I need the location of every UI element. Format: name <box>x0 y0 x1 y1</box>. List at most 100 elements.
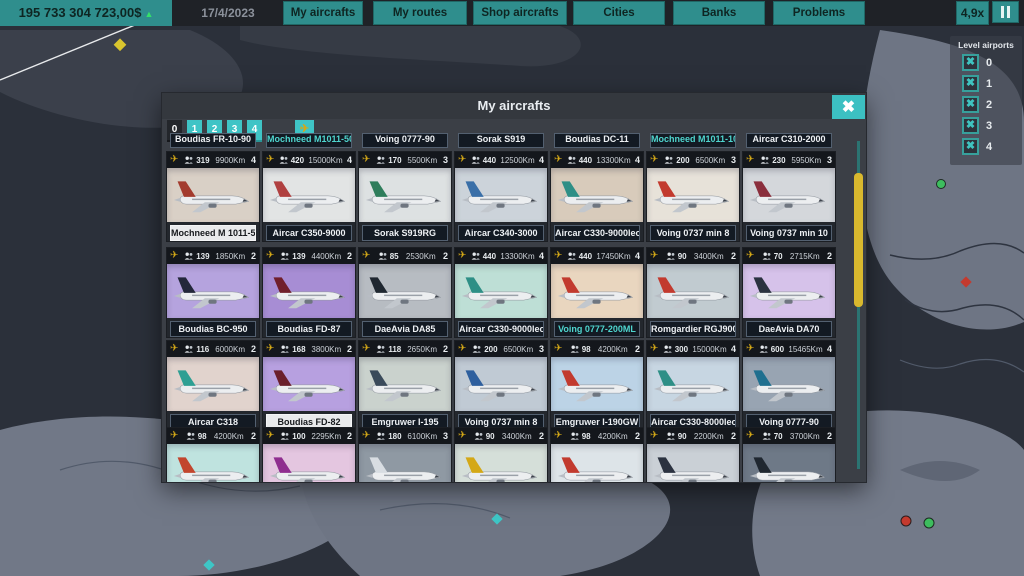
checkbox-level-4[interactable]: ✖ <box>962 138 979 155</box>
passenger-count: 90 <box>666 432 687 441</box>
aircraft-card[interactable]: ✈44017450Km4Voing 0777-200ML <box>551 248 643 337</box>
level-value: 4 <box>635 251 640 261</box>
aircraft-card[interactable]: ✈852530Km2 DaeAvia DA85 <box>359 248 451 337</box>
checkbox-level-3[interactable]: ✖ <box>962 117 979 134</box>
plane-icon: ✈ <box>362 344 370 354</box>
aircraft-card[interactable]: ✈44012500Km4 Aircar C340-3000 <box>455 152 547 241</box>
aircraft-image <box>743 264 835 318</box>
topbar-button-my-routes[interactable]: My routes <box>373 1 467 25</box>
aircraft-silhouette <box>363 175 447 215</box>
aircraft-stats: ✈852530Km2 <box>359 248 451 264</box>
range-value: 2530Km <box>406 252 436 261</box>
aircraft-image <box>167 357 259 411</box>
aircraft-card[interactable]: ✈902200Km2 <box>647 428 739 482</box>
aircraft-name: Boudias FD-87 <box>266 321 352 337</box>
aircraft-card[interactable]: ✈903400Km2 <box>455 428 547 482</box>
aircraft-card[interactable]: ✈1391850Km2Boudias BC-950 <box>167 248 259 337</box>
aircraft-silhouette <box>747 271 831 311</box>
aircraft-silhouette <box>363 451 447 482</box>
aircraft-card[interactable]: ✈984200Km2 <box>551 428 643 482</box>
speed-button[interactable]: 4,9x <box>956 1 989 25</box>
aircraft-card[interactable]: ✈1166000Km2Aircar C318 <box>167 341 259 430</box>
aircraft-silhouette <box>267 364 351 404</box>
aircraft-silhouette <box>267 451 351 482</box>
aircraft-card[interactable]: ✈1394400Km2 Boudias FD-87 <box>263 248 355 337</box>
topbar-button-problems[interactable]: Problems <box>773 1 865 25</box>
checkbox-level-1[interactable]: ✖ <box>962 75 979 92</box>
map-airport-red[interactable] <box>901 516 911 526</box>
scrollbar-thumb[interactable] <box>854 173 863 307</box>
aircraft-image <box>455 357 547 411</box>
my-aircrafts-modal: My aircrafts ✖ 01234✈ Boudias FR-10-90Mo… <box>162 93 866 482</box>
aircraft-silhouette <box>555 451 639 482</box>
aircraft-card[interactable]: ✈1683800Km2Boudias FD-82 <box>263 341 355 430</box>
aircraft-name: Aircar C350-9000 <box>266 225 352 241</box>
aircraft-card[interactable]: ✈42015000Km4Aircar C350-9000 <box>263 152 355 241</box>
passengers-icon <box>567 252 577 260</box>
plane-icon: ✈ <box>458 344 466 354</box>
passengers-icon <box>471 156 481 164</box>
aircraft-card[interactable]: ✈1182650Km2Emgruwer I-195 <box>359 341 451 430</box>
checkbox-level-2[interactable]: ✖ <box>962 96 979 113</box>
aircraft-card[interactable]: ✈1806100Km3 <box>359 428 451 482</box>
passengers-icon <box>760 156 770 164</box>
aircraft-card[interactable]: ✈1002295Km2 <box>263 428 355 482</box>
level-label: 3 <box>986 120 992 132</box>
aircraft-image <box>743 357 835 411</box>
close-button[interactable]: ✖ <box>832 95 865 121</box>
aircraft-card[interactable]: ✈702715Km2DaeAvia DA70 <box>743 248 835 337</box>
topbar-button-cities[interactable]: Cities <box>573 1 665 25</box>
aircraft-silhouette <box>171 451 255 482</box>
aircraft-card[interactable]: ✈703700Km2 <box>743 428 835 482</box>
aircraft-card[interactable]: ✈984200Km2 <box>167 428 259 482</box>
passenger-count: 139 <box>184 252 209 261</box>
aircraft-card[interactable]: ✈60015465Km4Voing 0777-90 <box>743 341 835 430</box>
aircraft-card[interactable]: ✈984200Km2Emgruwer I-190GW <box>551 341 643 430</box>
range-value: 3800Km <box>311 345 341 354</box>
passengers-icon <box>376 156 386 164</box>
aircraft-card[interactable]: ✈2006500Km3Voing 0737 min 8 <box>647 152 739 241</box>
level-value: 3 <box>443 431 448 441</box>
range-value: 4200Km <box>598 345 628 354</box>
modal-body: 01234✈ Boudias FR-10-90Mochneed M1011-50… <box>162 119 866 482</box>
aircraft-name: Romgardier RGJ900LR <box>650 321 736 337</box>
aircraft-image <box>263 264 355 318</box>
passengers-icon <box>570 432 580 440</box>
aircraft-card[interactable]: ✈30015000Km4Aircar C330-8000leo <box>647 341 739 430</box>
topbar-button-shop-aircrafts[interactable]: Shop aircrafts <box>473 1 567 25</box>
aircraft-name: Voing 0737 min 8 <box>650 225 736 241</box>
aircraft-name: DaeAvia DA85 <box>362 321 448 337</box>
aircraft-image <box>647 444 739 482</box>
aircraft-name: Boudias BC-950 <box>170 321 256 337</box>
aircraft-stats: ✈703700Km2 <box>743 428 835 444</box>
aircraft-name: Voing 0737 min 10 <box>746 225 832 241</box>
range-value: 2715Km <box>790 252 820 261</box>
level-label: 4 <box>986 141 992 153</box>
aircraft-name: Aircar C340-3000 <box>458 225 544 241</box>
topbar-button-banks[interactable]: Banks <box>673 1 765 25</box>
aircraft-stats: ✈984200Km2 <box>167 428 259 444</box>
aircraft-image <box>551 168 643 222</box>
range-value: 13300Km <box>500 252 534 261</box>
pause-button[interactable] <box>992 1 1019 23</box>
level-airports-panel: Level airports ✖0✖1✖2✖3✖4 <box>950 36 1022 165</box>
aircraft-card[interactable]: ✈44013300Km4Aircar C330-9000leo <box>455 248 547 337</box>
aircraft-card[interactable]: ✈1705500Km3Sorak S919RG <box>359 152 451 241</box>
level-value: 2 <box>635 344 640 354</box>
aircraft-stats: ✈30015000Km4 <box>647 341 739 357</box>
map-airport-green[interactable] <box>924 518 934 528</box>
plane-icon: ✈ <box>362 155 370 165</box>
topbar-button-my-aircrafts[interactable]: My aircrafts <box>283 1 363 25</box>
aircraft-card[interactable]: ✈44013300Km4Aircar C330-9000leo <box>551 152 643 241</box>
aircraft-stats: ✈44012500Km4 <box>455 152 547 168</box>
aircraft-card[interactable]: ✈3199900Km4Mochneed M 1011-5000 <box>167 152 259 241</box>
aircraft-stats: ✈1394400Km2 <box>263 248 355 264</box>
aircraft-stats: ✈903400Km2 <box>647 248 739 264</box>
checkbox-level-0[interactable]: ✖ <box>962 54 979 71</box>
map-airport-green[interactable] <box>937 180 946 189</box>
aircraft-card[interactable]: ✈2006500Km3Voing 0737 min 8 <box>455 341 547 430</box>
passengers-icon <box>762 432 772 440</box>
aircraft-card[interactable]: ✈2305950Km3Voing 0737 min 10 <box>743 152 835 241</box>
aircraft-stats: ✈902200Km2 <box>647 428 739 444</box>
aircraft-card[interactable]: ✈903400Km2 Romgardier RGJ900LR <box>647 248 739 337</box>
